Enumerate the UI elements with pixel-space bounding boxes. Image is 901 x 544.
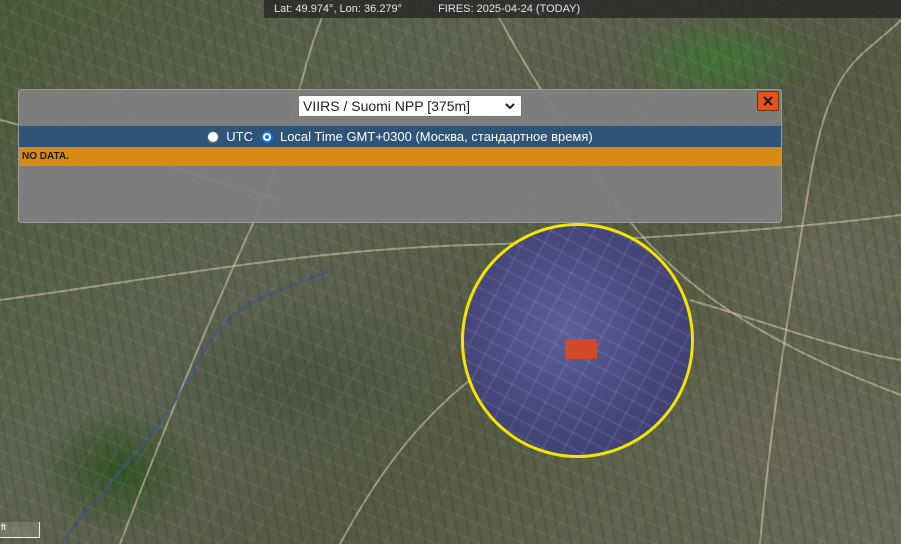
map-roads — [0, 0, 901, 544]
fire-marker[interactable] — [565, 339, 597, 359]
time-mode-row: UTC Local Time GMT+0300 (Москва, стандар… — [19, 126, 781, 147]
cursor-coordinates: Lat: 49.974°, Lon: 36.279° — [274, 3, 403, 15]
satellite-map[interactable] — [0, 0, 901, 544]
close-button[interactable] — [757, 91, 779, 111]
close-icon — [763, 96, 773, 106]
no-data-message: NO DATA. — [19, 147, 781, 166]
time-mode-local[interactable]: Local Time GMT+0300 (Москва, стандартное… — [260, 129, 593, 144]
map-scale-label: ft — [1, 522, 7, 532]
status-bar: Lat: 49.974°, Lon: 36.279° FIRES: 2025-0… — [264, 0, 901, 18]
sensor-select[interactable]: VIIRS / Suomi NPP [375m] — [298, 95, 522, 117]
chevron-down-icon — [505, 103, 515, 110]
map-scale: ft — [0, 522, 40, 538]
panel-header: VIIRS / Suomi NPP [375m] — [19, 90, 781, 126]
time-mode-utc[interactable]: UTC — [207, 129, 253, 144]
fire-info-panel: VIIRS / Suomi NPP [375m] UTC Local Time … — [18, 89, 782, 223]
local-time-radio[interactable] — [260, 130, 273, 143]
local-time-label: Local Time GMT+0300 (Москва, стандартное… — [279, 129, 593, 144]
utc-label: UTC — [226, 129, 253, 144]
fires-date: FIRES: 2025-04-24 (TODAY) — [438, 3, 581, 15]
utc-radio[interactable] — [207, 130, 220, 143]
sensor-select-value: VIIRS / Suomi NPP [375m] — [303, 98, 471, 114]
